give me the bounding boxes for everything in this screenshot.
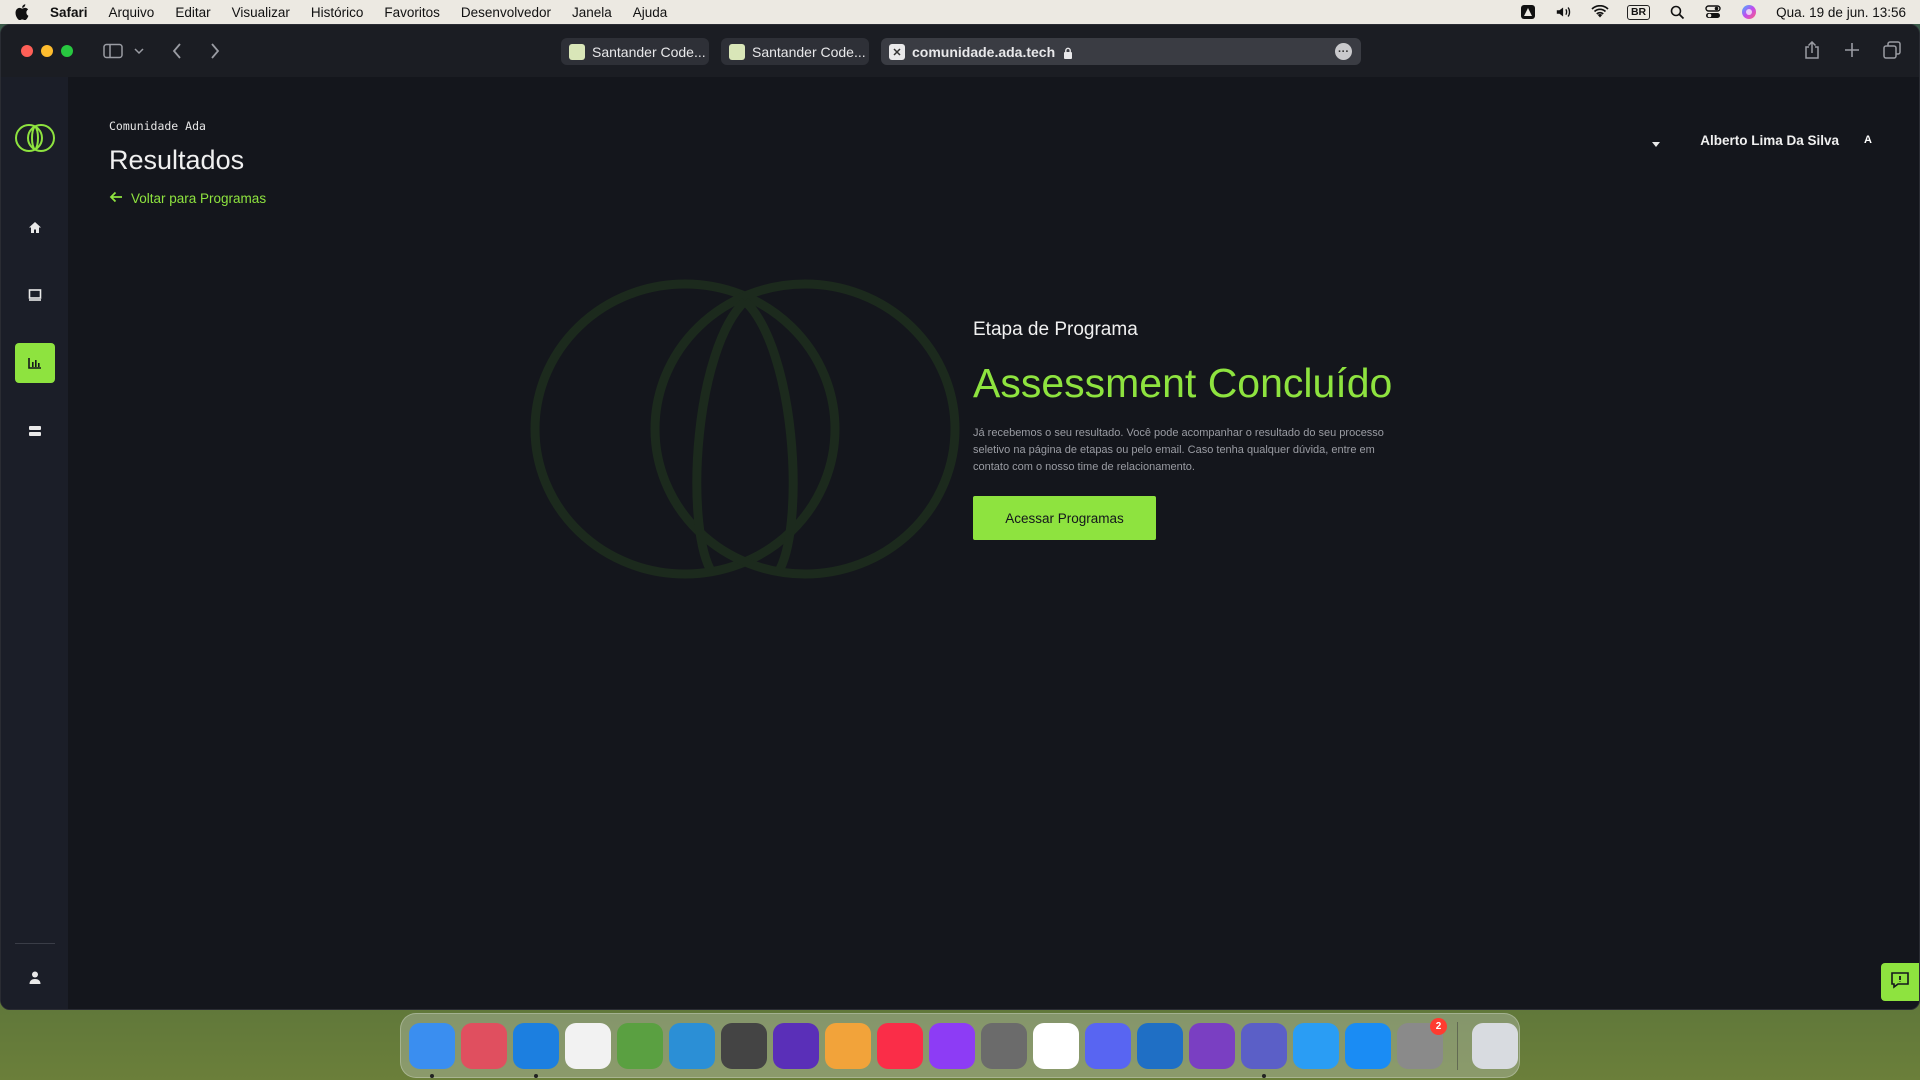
home-icon[interactable] bbox=[15, 207, 55, 247]
chat-icon bbox=[1890, 971, 1910, 994]
ada-watermark-logo bbox=[530, 279, 960, 579]
chevron-down-icon[interactable] bbox=[133, 45, 145, 57]
spotlight-icon[interactable] bbox=[1668, 4, 1686, 20]
address-bar[interactable]: comunidade.ada.tech ··· bbox=[881, 38, 1361, 65]
menu-janela[interactable]: Janela bbox=[572, 5, 612, 20]
avatar[interactable]: A bbox=[1857, 129, 1879, 151]
sidebar-toggle-icon[interactable] bbox=[103, 43, 123, 59]
caret-down-icon[interactable] bbox=[1652, 135, 1662, 147]
tab-favicon bbox=[729, 43, 745, 60]
system-settings-icon[interactable]: 2 bbox=[1397, 1017, 1447, 1069]
menu-ajuda[interactable]: Ajuda bbox=[633, 5, 668, 20]
url-text: comunidade.ada.tech bbox=[912, 43, 1056, 60]
running-indicator bbox=[1262, 1073, 1266, 1078]
feedback-chat-button[interactable] bbox=[1881, 963, 1919, 1001]
menu-favoritos[interactable]: Favoritos bbox=[384, 5, 440, 20]
keyboard-layout-badge[interactable]: BR bbox=[1626, 4, 1651, 20]
running-indicator bbox=[430, 1073, 434, 1078]
result-description: Já recebemos o seu resultado. Você pode … bbox=[973, 427, 1384, 473]
menu-arquivo[interactable]: Arquivo bbox=[109, 5, 155, 20]
tab-favicon bbox=[569, 43, 585, 60]
minimize-window-button[interactable] bbox=[41, 45, 53, 57]
back-to-programs-link[interactable]: Voltar para Programas bbox=[109, 191, 266, 206]
launchpad-icon[interactable] bbox=[461, 1022, 507, 1069]
dock-separator bbox=[1457, 1021, 1458, 1070]
browser-tab[interactable]: Santander Code... bbox=[561, 38, 709, 65]
arrow-left-icon bbox=[109, 191, 123, 206]
tab-title: Santander Code... bbox=[752, 43, 866, 60]
tab-overview-icon[interactable] bbox=[1883, 41, 1901, 59]
share-icon[interactable] bbox=[1803, 41, 1821, 59]
side-nav-divider bbox=[15, 943, 55, 944]
book-icon[interactable] bbox=[15, 275, 55, 315]
maximize-window-button[interactable] bbox=[61, 45, 73, 57]
menubar: Safari Arquivo Editar Visualizar Históri… bbox=[0, 0, 1920, 24]
safari-icon[interactable] bbox=[513, 1022, 559, 1078]
chart-icon[interactable] bbox=[15, 343, 55, 383]
notification-badge: 2 bbox=[1430, 1017, 1447, 1035]
imovie-icon[interactable] bbox=[773, 1022, 819, 1069]
menubar-status-area: BR Qua. 19 de jun. 13:56 bbox=[1519, 4, 1906, 20]
vscode-icon[interactable] bbox=[1137, 1022, 1183, 1069]
apple-icon[interactable] bbox=[14, 4, 30, 20]
running-indicator bbox=[534, 1073, 538, 1078]
dock: 2 bbox=[400, 1013, 1520, 1078]
menu-editar[interactable]: Editar bbox=[175, 5, 210, 20]
more-options-icon[interactable]: ··· bbox=[1335, 43, 1352, 60]
accessibility-icon[interactable] bbox=[1519, 4, 1537, 20]
control-center-icon[interactable] bbox=[1704, 4, 1722, 20]
gp-icon[interactable] bbox=[669, 1022, 715, 1069]
photos-icon[interactable] bbox=[825, 1022, 871, 1069]
safari-window: Santander Code... Santander Code... comu… bbox=[0, 24, 1920, 1010]
breadcrumb: Comunidade Ada bbox=[109, 119, 206, 133]
affinity-icon[interactable] bbox=[565, 1022, 611, 1069]
side-nav bbox=[1, 77, 68, 1009]
ada-logo-icon[interactable] bbox=[14, 122, 56, 154]
siri-icon[interactable] bbox=[1740, 4, 1758, 20]
app-photo-icon[interactable] bbox=[721, 1022, 767, 1069]
signpost-icon[interactable] bbox=[15, 411, 55, 451]
assessment-headline: Assessment Concluído bbox=[973, 360, 1393, 406]
music-icon[interactable] bbox=[877, 1022, 923, 1069]
volume-icon[interactable] bbox=[1555, 4, 1573, 20]
menubar-clock[interactable]: Qua. 19 de jun. 13:56 bbox=[1776, 5, 1906, 20]
tab-title: Santander Code... bbox=[592, 43, 706, 60]
browser-toolbar: Santander Code... Santander Code... comu… bbox=[1, 25, 1919, 77]
notion-icon[interactable] bbox=[1033, 1022, 1079, 1069]
teams-icon[interactable] bbox=[1241, 1022, 1287, 1078]
user-menu[interactable]: Alberto Lima Da Silva A bbox=[1652, 129, 1879, 151]
trash-icon[interactable] bbox=[1472, 1022, 1518, 1069]
forward-button[interactable] bbox=[207, 43, 223, 59]
back-button[interactable] bbox=[169, 43, 185, 59]
toolbar-right-actions bbox=[1803, 41, 1901, 59]
new-tab-icon[interactable] bbox=[1843, 41, 1861, 59]
discord-icon[interactable] bbox=[1085, 1022, 1131, 1069]
back-link-label: Voltar para Programas bbox=[131, 191, 267, 206]
app-store-icon[interactable] bbox=[1345, 1022, 1391, 1069]
access-programs-button[interactable]: Acessar Programas bbox=[973, 496, 1156, 540]
page-title: Resultados bbox=[109, 145, 245, 175]
step-label: Etapa de Programa bbox=[973, 319, 1138, 340]
rstudio-icon[interactable] bbox=[617, 1022, 663, 1069]
lock-icon bbox=[1063, 46, 1073, 59]
github-desktop-icon[interactable] bbox=[1189, 1022, 1235, 1069]
menu-historico[interactable]: Histórico bbox=[311, 5, 364, 20]
user-name[interactable]: Alberto Lima Da Silva bbox=[1700, 133, 1839, 148]
finder-icon[interactable] bbox=[409, 1022, 455, 1078]
affinity-heart-icon[interactable] bbox=[929, 1022, 975, 1069]
mail-icon[interactable] bbox=[1293, 1022, 1339, 1069]
wifi-icon[interactable] bbox=[1591, 4, 1609, 20]
browser-tab[interactable]: Santander Code... bbox=[721, 38, 869, 65]
gimp-icon[interactable] bbox=[981, 1022, 1027, 1069]
close-tab-icon[interactable] bbox=[889, 43, 905, 60]
menu-desenvolvedor[interactable]: Desenvolvedor bbox=[461, 5, 551, 20]
page-content: Comunidade Ada Resultados Voltar para Pr… bbox=[1, 77, 1919, 1009]
window-controls bbox=[21, 45, 73, 57]
menu-visualizar[interactable]: Visualizar bbox=[232, 5, 290, 20]
user-icon[interactable] bbox=[15, 957, 55, 997]
close-window-button[interactable] bbox=[21, 45, 33, 57]
menu-app-safari[interactable]: Safari bbox=[50, 5, 88, 20]
